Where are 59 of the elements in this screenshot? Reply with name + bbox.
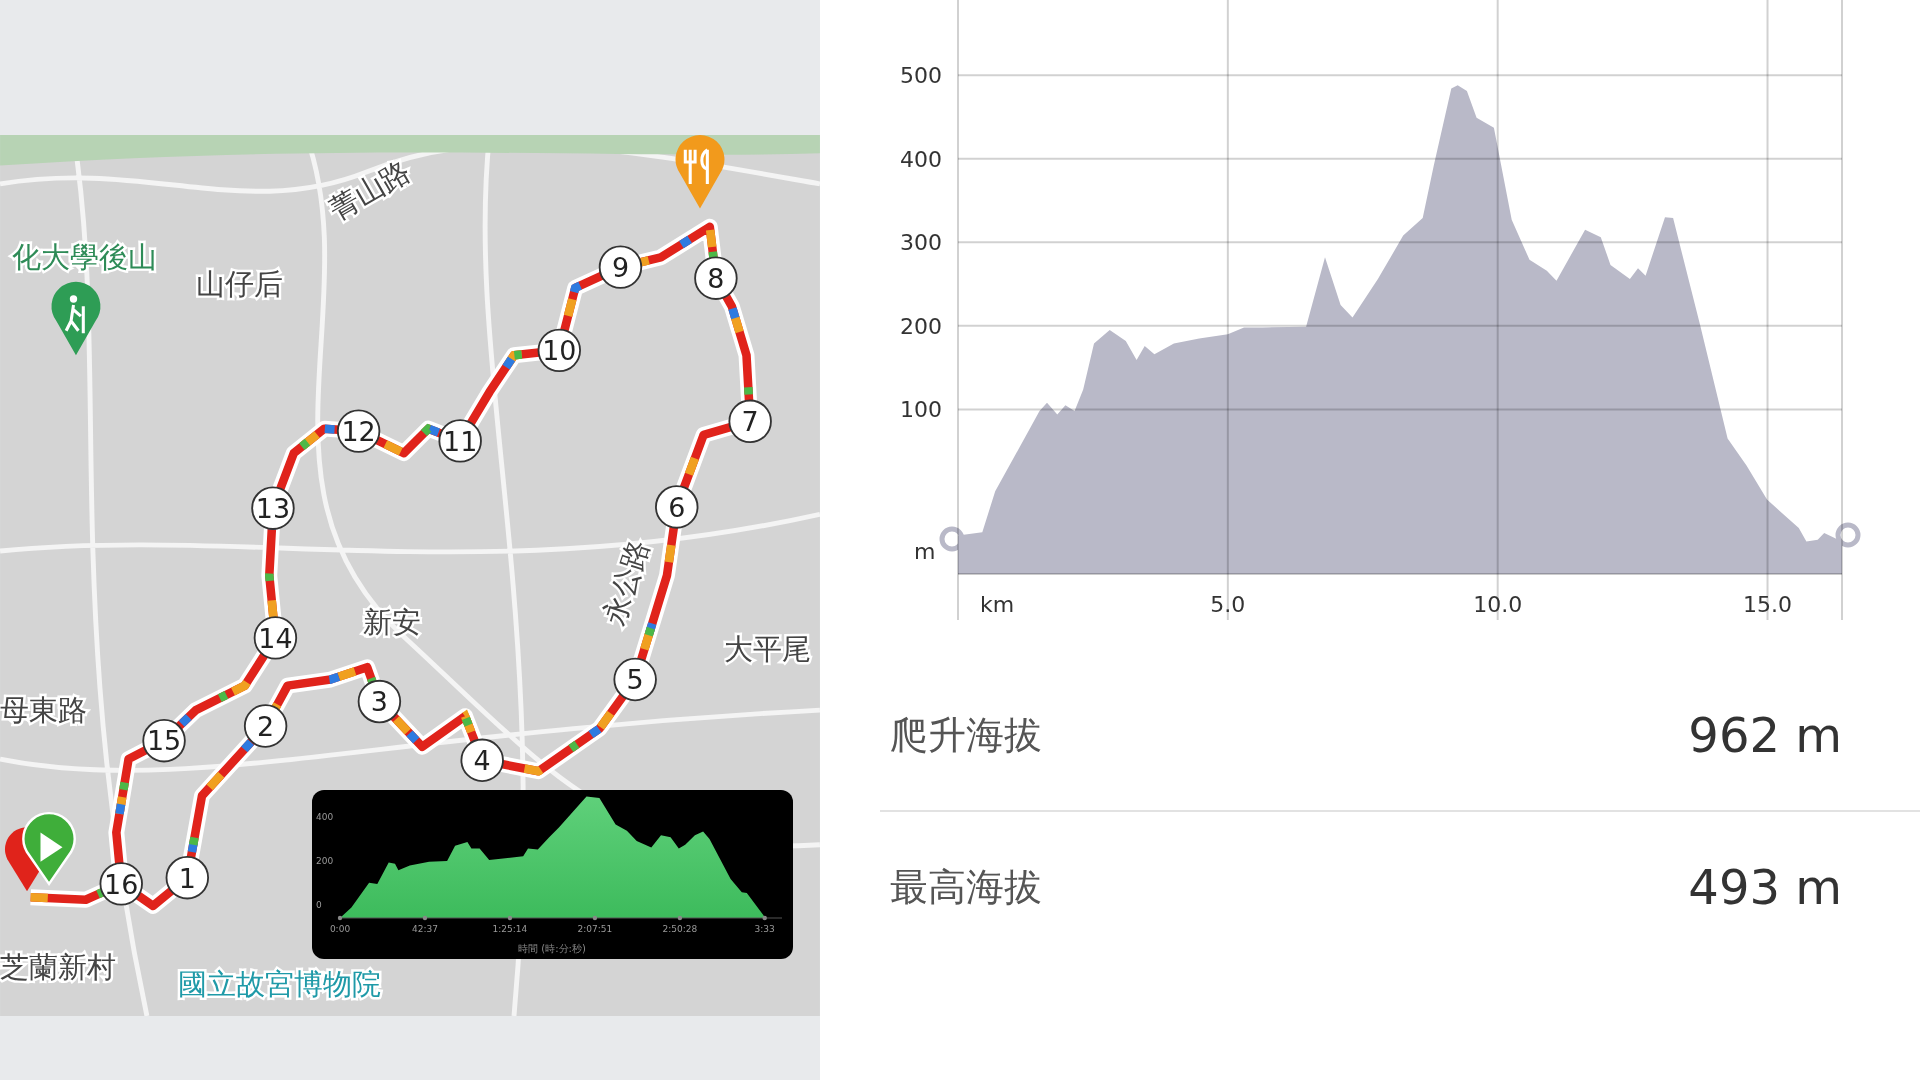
y-tick-label: 400 bbox=[900, 146, 942, 172]
y-tick-label: 200 bbox=[900, 313, 942, 339]
stat-label: 最高海拔 bbox=[890, 863, 1042, 911]
route-marker[interactable]: 1 bbox=[165, 856, 209, 900]
x-tick-label: 2:07:51 bbox=[577, 924, 613, 934]
route-marker[interactable]: 12 bbox=[336, 409, 381, 453]
x-tick-label: 5.0 bbox=[1210, 592, 1246, 617]
x-tick-label: 1:25:14 bbox=[492, 924, 528, 934]
x-tick-label: 2:50:28 bbox=[662, 924, 698, 934]
y-axis-unit: m bbox=[914, 539, 936, 564]
place-label: 菁山路 bbox=[323, 153, 416, 227]
y-tick-label: 100 bbox=[900, 397, 942, 423]
axis-title: 時間 (時:分:秒) bbox=[518, 943, 586, 954]
place-label: 新安 bbox=[363, 604, 422, 639]
stat-value: 493 m bbox=[1688, 859, 1842, 915]
route-marker[interactable]: 10 bbox=[537, 328, 581, 373]
x-tick-label: 42:37 bbox=[412, 924, 438, 934]
x-tick-label: 3:33 bbox=[754, 924, 775, 934]
place-label: 芝蘭新村 bbox=[0, 949, 117, 984]
route-marker[interactable]: 9 bbox=[598, 245, 643, 289]
stat-label: 爬升海拔 bbox=[890, 711, 1042, 759]
route-marker[interactable]: 5 bbox=[613, 657, 657, 702]
route-marker[interactable]: 6 bbox=[655, 485, 699, 529]
route-marker[interactable]: 4 bbox=[460, 738, 504, 782]
x-tick-label: 10.0 bbox=[1473, 592, 1523, 617]
x-tick-label: 0:00 bbox=[329, 924, 351, 934]
route-marker[interactable]: 2 bbox=[243, 704, 288, 748]
route-marker[interactable]: 3 bbox=[357, 679, 402, 724]
place-label: 國立故宮博物院 bbox=[177, 966, 381, 1001]
place-label: 山仔后 bbox=[195, 267, 283, 302]
tick-dot-icon bbox=[592, 915, 598, 921]
x-tick-label: 15.0 bbox=[1743, 592, 1792, 617]
place-label: 大平尾 bbox=[724, 631, 812, 666]
end-handle[interactable] bbox=[1835, 522, 1861, 548]
route-marker[interactable]: 8 bbox=[694, 256, 738, 300]
restaurant-pin-icon[interactable] bbox=[675, 135, 725, 209]
stat-value: 962 m bbox=[1688, 707, 1842, 763]
start-pin-icon[interactable] bbox=[5, 811, 76, 892]
tick-dot-icon bbox=[507, 915, 513, 921]
route-marker[interactable]: 15 bbox=[142, 718, 186, 763]
y-tick-label: 0 bbox=[316, 900, 322, 911]
tick-dot-icon bbox=[337, 915, 343, 921]
hiker-pin-icon[interactable] bbox=[51, 281, 101, 356]
route-marker[interactable]: 11 bbox=[438, 419, 482, 463]
place-label: 母東路 bbox=[0, 692, 88, 727]
route-marker[interactable]: 14 bbox=[253, 616, 298, 660]
y-tick-label: 300 bbox=[900, 230, 942, 256]
y-tick-label: 200 bbox=[316, 855, 334, 866]
place-label: 永公路 bbox=[596, 535, 656, 630]
route-marker[interactable]: 13 bbox=[251, 486, 295, 530]
x-axis-unit: km bbox=[980, 592, 1015, 617]
tick-dot-icon bbox=[677, 915, 683, 921]
place-label: 化大學後山 bbox=[12, 240, 158, 275]
y-tick-label: 400 bbox=[316, 811, 334, 822]
y-tick-label: 500 bbox=[900, 63, 942, 89]
route-marker[interactable]: 16 bbox=[99, 862, 143, 906]
tick-dot-icon bbox=[422, 915, 428, 921]
route-marker[interactable]: 7 bbox=[728, 399, 772, 444]
tick-dot-icon bbox=[762, 915, 767, 921]
